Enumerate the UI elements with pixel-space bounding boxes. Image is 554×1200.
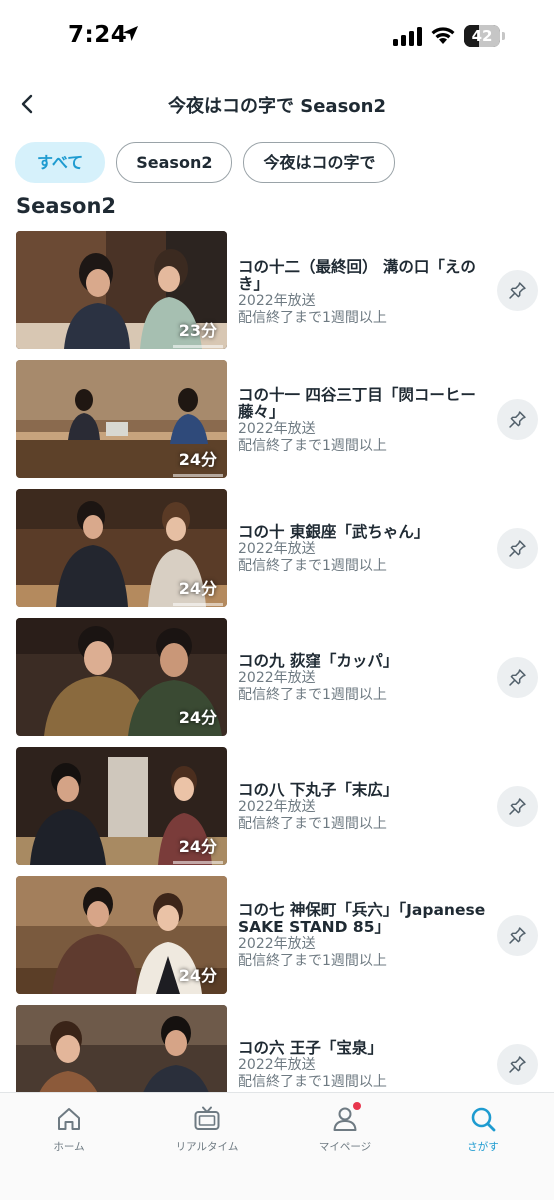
episode-info: コの七 神保町「兵六」「Japanese SAKE STAND 85」 2022… xyxy=(238,902,496,970)
cellular-signal-icon xyxy=(393,27,422,46)
episode-availability: 配信終了まで1週間以上 xyxy=(238,438,387,454)
filter-chip-season1[interactable]: 今夜はコの字で xyxy=(243,142,396,183)
episode-info: コの十一 四谷三丁目「焛コーヒー藤々」 2022年放送 配信終了まで1週間以上 xyxy=(238,387,496,455)
episode-duration: 24分 xyxy=(178,837,217,856)
episode-title: コの十二（最終回） 溝の口「えのき」 xyxy=(238,258,476,293)
episode-year: 2022年放送 xyxy=(238,936,316,952)
pin-button[interactable] xyxy=(497,528,538,569)
pin-button[interactable] xyxy=(497,915,538,956)
episode-availability: 配信終了まで1週間以上 xyxy=(238,1074,387,1090)
search-icon xyxy=(471,1107,496,1132)
pin-icon xyxy=(509,411,526,428)
episode-duration: 24分 xyxy=(178,708,217,727)
pin-button[interactable] xyxy=(497,786,538,827)
home-icon xyxy=(58,1108,80,1130)
pin-icon xyxy=(509,798,526,815)
episode-thumbnail: 24分 xyxy=(16,747,227,865)
tab-label: リアルタイム xyxy=(175,1141,239,1153)
episode-title: コの十 東銀座「武ちゃん」 xyxy=(238,523,430,541)
tab-mypage[interactable]: マイページ xyxy=(290,1101,400,1161)
battery-level: 42 xyxy=(471,27,493,45)
tab-search[interactable]: さがす xyxy=(428,1101,538,1161)
filter-chips: すべて Season2 今夜はコの字で xyxy=(15,142,396,183)
episode-info: コの六 王子「宝泉」 2022年放送 配信終了まで1週間以上 xyxy=(238,1040,496,1091)
episode-item[interactable]: 24分 コの七 神保町「兵六」「Japanese SAKE STAND 85」 … xyxy=(0,875,554,995)
status-bar: 7:24 42 xyxy=(0,0,554,72)
filter-chip-season2[interactable]: Season2 xyxy=(116,142,233,183)
notification-badge xyxy=(353,1102,361,1110)
episode-title: コの六 王子「宝泉」 xyxy=(238,1039,383,1057)
episode-thumbnail: 24分 xyxy=(16,360,227,478)
pin-icon xyxy=(509,540,526,557)
episode-title: コの八 下丸子「末広」 xyxy=(238,781,399,799)
pin-button[interactable] xyxy=(497,399,538,440)
episode-duration: 24分 xyxy=(178,579,217,598)
wifi-icon xyxy=(431,27,455,44)
episode-info: コの十二（最終回） 溝の口「えのき」 2022年放送 配信終了まで1週間以上 xyxy=(238,259,496,327)
pin-icon xyxy=(509,282,526,299)
episode-thumbnail xyxy=(16,1005,227,1092)
episode-list: 23分 コの十二（最終回） 溝の口「えのき」 2022年放送 配信終了まで1週間… xyxy=(0,230,554,1092)
episode-info: コの十 東銀座「武ちゃん」 2022年放送 配信終了まで1週間以上 xyxy=(238,524,496,575)
pin-button[interactable] xyxy=(497,657,538,698)
episode-year: 2022年放送 xyxy=(238,670,316,686)
episode-title: コの十一 四谷三丁目「焛コーヒー藤々」 xyxy=(238,386,476,421)
episode-info: コの八 下丸子「末広」 2022年放送 配信終了まで1週間以上 xyxy=(238,782,496,833)
tab-bar: ホーム リアルタイム マイページ さがす xyxy=(0,1092,554,1200)
episode-item[interactable]: 24分 コの八 下丸子「末広」 2022年放送 配信終了まで1週間以上 xyxy=(0,746,554,866)
episode-year: 2022年放送 xyxy=(238,421,316,437)
episode-year: 2022年放送 xyxy=(238,541,316,557)
episode-thumbnail: 23分 xyxy=(16,231,227,349)
episode-thumbnail: 24分 xyxy=(16,489,227,607)
episode-item[interactable]: 24分 コの九 荻窪「カッパ」 2022年放送 配信終了まで1週間以上 xyxy=(0,617,554,737)
pin-icon xyxy=(509,1056,526,1073)
page-title: 今夜はコの字で Season2 xyxy=(167,96,386,117)
episode-availability: 配信終了まで1週間以上 xyxy=(238,953,387,969)
tab-label: ホーム xyxy=(53,1141,85,1153)
episode-item[interactable]: 24分 コの十一 四谷三丁目「焛コーヒー藤々」 2022年放送 配信終了まで1週… xyxy=(0,359,554,479)
episode-item[interactable]: コの六 王子「宝泉」 2022年放送 配信終了まで1週間以上 xyxy=(0,1004,554,1092)
episode-availability: 配信終了まで1週間以上 xyxy=(238,816,387,832)
episode-year: 2022年放送 xyxy=(238,293,316,309)
nav-header: 今夜はコの字で Season2 xyxy=(0,82,554,126)
episode-item[interactable]: 23分 コの十二（最終回） 溝の口「えのき」 2022年放送 配信終了まで1週間… xyxy=(0,230,554,350)
episode-title: コの九 荻窪「カッパ」 xyxy=(238,652,399,670)
episode-duration: 24分 xyxy=(178,450,217,469)
tv-icon xyxy=(194,1106,220,1130)
location-arrow-icon xyxy=(123,26,138,41)
pin-button[interactable] xyxy=(497,270,538,311)
episode-availability: 配信終了まで1週間以上 xyxy=(238,558,387,574)
episode-duration: 23分 xyxy=(178,321,217,340)
episode-year: 2022年放送 xyxy=(238,1057,316,1073)
pin-icon xyxy=(509,669,526,686)
section-title: Season2 xyxy=(16,194,117,218)
episode-thumbnail: 24分 xyxy=(16,618,227,736)
episode-availability: 配信終了まで1週間以上 xyxy=(238,310,387,326)
status-time: 7:24 xyxy=(68,22,128,48)
app-screen: 7:24 42 今夜はコの字で Season2 すべて Season2 今夜はコ… xyxy=(0,0,554,1200)
episode-duration: 24分 xyxy=(178,966,217,985)
tab-label: マイページ xyxy=(318,1141,372,1153)
pin-button[interactable] xyxy=(497,1044,538,1085)
tab-label: さがす xyxy=(467,1141,499,1153)
tab-realtime[interactable]: リアルタイム xyxy=(152,1101,262,1161)
episode-availability: 配信終了まで1週間以上 xyxy=(238,687,387,703)
tab-home[interactable]: ホーム xyxy=(14,1101,124,1161)
episode-year: 2022年放送 xyxy=(238,799,316,815)
episode-title: コの七 神保町「兵六」「Japanese SAKE STAND 85」 xyxy=(238,901,486,936)
episode-thumbnail: 24分 xyxy=(16,876,227,994)
episode-item[interactable]: 24分 コの十 東銀座「武ちゃん」 2022年放送 配信終了まで1週間以上 xyxy=(0,488,554,608)
battery-icon: 42 xyxy=(464,25,506,47)
episode-info: コの九 荻窪「カッパ」 2022年放送 配信終了まで1週間以上 xyxy=(238,653,496,704)
filter-chip-all[interactable]: すべて xyxy=(15,142,106,183)
pin-icon xyxy=(509,927,526,944)
